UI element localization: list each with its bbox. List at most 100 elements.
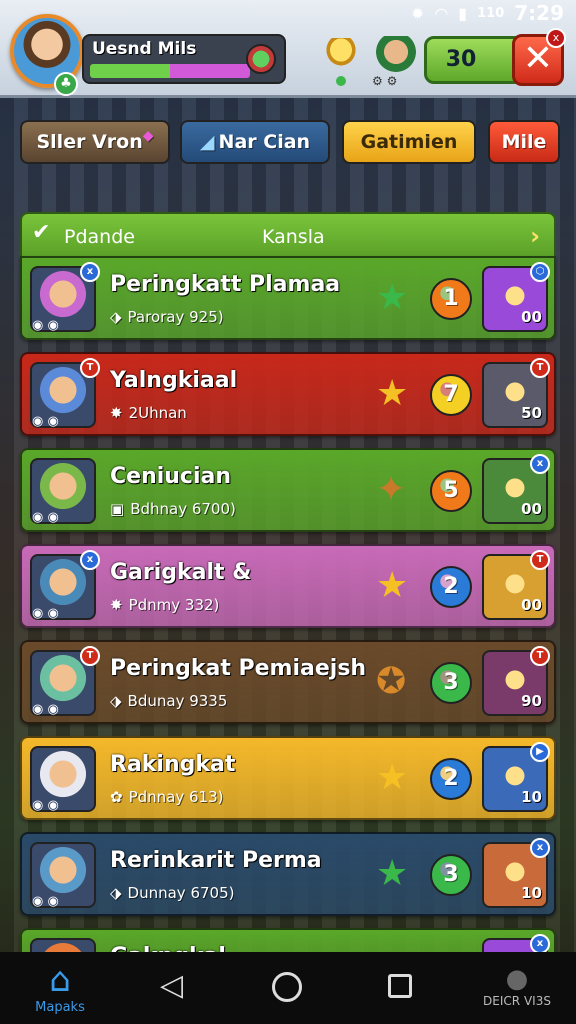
row-item-count: 00: [521, 500, 542, 518]
close-badge: x: [546, 28, 566, 48]
row-sub-icon: ⬗: [110, 692, 122, 710]
row-sub-text: Pdnnay 613): [128, 788, 224, 806]
row-item-badge: x: [530, 838, 550, 858]
player-panel[interactable]: Uesnd Mils: [82, 34, 286, 84]
row-star-icon: ★: [376, 757, 409, 798]
back-triangle-icon[interactable]: ◁: [160, 968, 183, 1003]
leaderboard-row[interactable]: x ◉ ◉ Garigkalt & ✸ Pdnmy 332) ★ 2 00 T: [20, 544, 556, 628]
tab-nar-cian[interactable]: ◢ Nar Cian: [180, 120, 330, 164]
nav-profile-label: DEICR VI3S: [483, 994, 551, 1008]
row-item-badge: T: [530, 550, 550, 570]
home-circle-button[interactable]: [272, 972, 302, 1002]
row-sub-text: Bdunay 9335: [127, 692, 228, 710]
row-sub-text: Paroray 925): [127, 308, 224, 326]
coin-stack-icon[interactable]: [324, 38, 358, 68]
row-name: Rakingkat: [110, 752, 236, 777]
row-star-icon: ★: [376, 853, 409, 894]
row-subtitle: ⬗ Dunnay 6705): [110, 884, 234, 902]
avatar-level-badge-icon: ♣: [54, 72, 78, 96]
leaderboard-row[interactable]: T ◉ ◉ Yalngkiaal ✸ 2Uhnan ★ 7 50 T: [20, 352, 556, 436]
row-reward-item[interactable]: 90 T: [482, 646, 550, 716]
tab-label: Nar Cian: [218, 131, 311, 153]
gem-count: 30: [445, 47, 477, 72]
row-sub-icon: ▣: [110, 500, 125, 518]
coin-status-dot: [336, 76, 346, 86]
row-subtitle: ✸ Pdnmy 332): [110, 596, 219, 614]
row-rank-badge: 2: [430, 758, 472, 800]
row-reward-item[interactable]: 00 ⬡: [482, 262, 550, 332]
leaderboard-row[interactable]: T ◉ ◉ Peringkat Pemiaejsh ⬗ Bdunay 9335 ✪ 3 90 T: [20, 640, 556, 724]
row-star-icon: ★: [376, 277, 409, 318]
row-avatar-badge: T: [80, 646, 100, 666]
row-reward-item[interactable]: 50 T: [482, 358, 550, 428]
row-star-icon: ✪: [376, 661, 407, 702]
row-reward-item[interactable]: 10 ▶: [482, 742, 550, 812]
row-reward-item[interactable]: 00 T: [482, 550, 550, 620]
row-name: Peringkat Pemiaejsh: [110, 656, 367, 681]
row-rank-badge: 3: [430, 662, 472, 704]
system-nav-bar: ⌂ Mapaks ◁ ● DEICR VI3S: [0, 952, 576, 1024]
person-icon: ●: [505, 964, 529, 994]
row-mini-icons: ◉ ◉: [32, 510, 59, 525]
tab-label: Gatimien: [360, 131, 458, 153]
nav-home-tab[interactable]: ⌂ Mapaks: [28, 960, 92, 1015]
row-subtitle: ⬗ Paroray 925): [110, 308, 224, 326]
level-gem-icon: [246, 44, 276, 74]
row-item-count: 00: [521, 308, 542, 326]
row-reward-item[interactable]: 10 x: [482, 838, 550, 908]
row-item-badge: T: [530, 646, 550, 666]
friend-tools-icon: ⚙ ⚙: [372, 74, 398, 88]
row-item-badge: ▶: [530, 742, 550, 762]
row-subtitle: ▣ Bdhnay 6700): [110, 500, 236, 518]
row-sub-text: Pdnmy 332): [128, 596, 220, 614]
row-name: Peringkatt Plamaa: [110, 272, 341, 297]
row-item-count: 10: [521, 788, 542, 806]
status-bar: ✹ ◠ ▮ 110 7:29: [0, 0, 576, 26]
row-name: Yalngkiaal: [110, 368, 238, 393]
tab-label: Mile: [501, 131, 547, 153]
row-star-icon: ★: [376, 565, 409, 606]
row-mini-icons: ◉ ◉: [32, 606, 59, 621]
settings-status-icon: ✹: [410, 3, 425, 23]
row-subtitle: ✿ Pdnnay 613): [110, 788, 223, 806]
nav-profile-tab[interactable]: ● DEICR VI3S: [472, 964, 562, 1008]
row-mini-icons: ◉ ◉: [32, 894, 59, 909]
row-item-badge: x: [530, 934, 550, 954]
row-rank-badge: 5: [430, 470, 472, 512]
row-item-count: 10: [521, 884, 542, 902]
leaderboard-row[interactable]: ◉ ◉ Ceniucian ▣ Bdhnay 6700) ✦ 5 00 x: [20, 448, 556, 532]
header-left-label: Pdande: [64, 226, 135, 248]
gem-icon: ◆: [142, 128, 154, 144]
row-mini-icons: ◉ ◉: [32, 318, 59, 333]
carrier-label: 110: [477, 5, 505, 21]
row-mini-icons: ◉ ◉: [32, 702, 59, 717]
xp-bar: [90, 64, 250, 78]
row-item-badge: x: [530, 454, 550, 474]
row-avatar-badge: x: [80, 262, 100, 282]
row-avatar-badge: T: [80, 358, 100, 378]
row-reward-item[interactable]: 00 x: [482, 454, 550, 524]
row-sub-icon: ⬗: [110, 308, 122, 326]
row-item-count: 50: [521, 404, 542, 422]
row-sub-text: 2Uhnan: [128, 404, 187, 422]
leaderboard-row[interactable]: ◉ ◉ Rakingkat ✿ Pdnnay 613) ★ 2 10 ▶: [20, 736, 556, 820]
row-sub-text: Bdhnay 6700): [130, 500, 236, 518]
leaderboard-row[interactable]: x ◉ ◉ Peringkatt Plamaa ⬗ Paroray 925) ★ 1 00 ⬡: [20, 256, 556, 340]
row-rank-badge: 7: [430, 374, 472, 416]
status-time: 7:29: [514, 1, 564, 25]
row-item-count: 90: [521, 692, 542, 710]
chevron-right-icon[interactable]: ›: [530, 222, 540, 250]
row-sub-icon: ⬗: [110, 884, 122, 902]
row-sub-icon: ✿: [110, 788, 123, 806]
recent-apps-button[interactable]: [388, 974, 412, 998]
xp-fill-green: [90, 64, 170, 78]
gem-counter[interactable]: 30: [424, 36, 524, 84]
nav-home-label: Mapaks: [35, 1000, 85, 1015]
row-name: Garigkalt &: [110, 560, 252, 585]
tab-mile[interactable]: Mile: [488, 120, 560, 164]
leaderboard-row[interactable]: ◉ ◉ Rerinkarit Perma ⬗ Dunnay 6705) ★ 3 10 x: [20, 832, 556, 916]
tab-gatimien[interactable]: Gatimien: [342, 120, 476, 164]
row-sub-icon: ✸: [110, 596, 123, 614]
tab-sller-vron[interactable]: Sller Vron◆: [20, 120, 170, 164]
check-icon: ✔: [32, 220, 51, 245]
